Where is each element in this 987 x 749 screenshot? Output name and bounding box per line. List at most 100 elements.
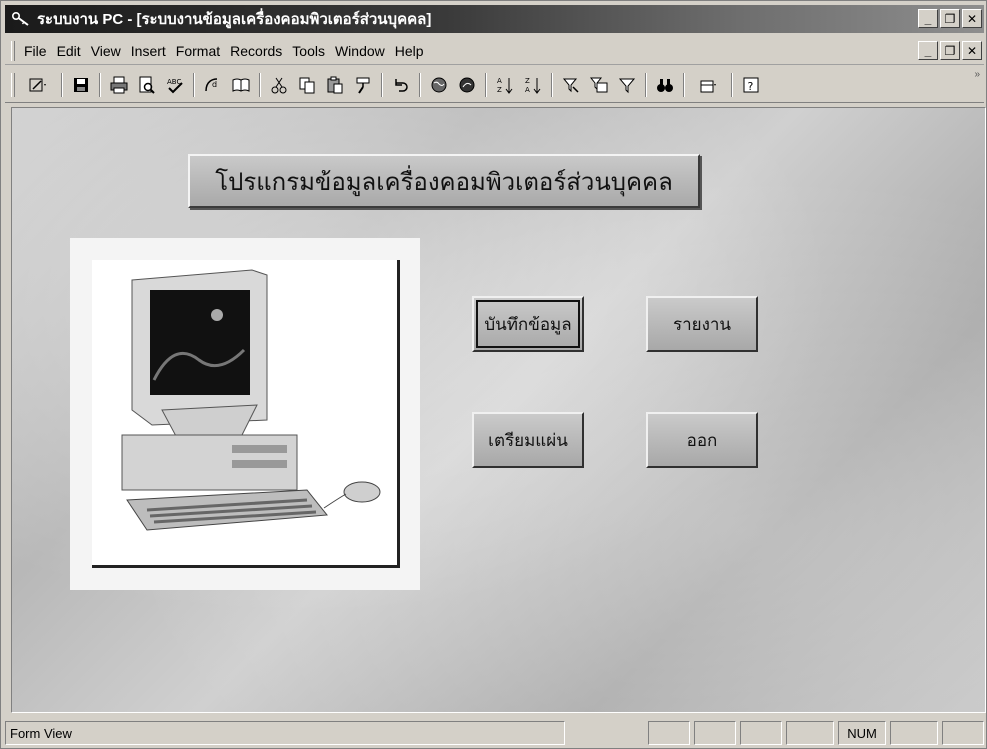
filter-by-form-icon bbox=[589, 77, 608, 92]
menu-view[interactable]: View bbox=[86, 43, 126, 59]
menu-help[interactable]: Help bbox=[390, 43, 429, 59]
format-painter-button[interactable] bbox=[350, 72, 376, 98]
design-view-button[interactable] bbox=[20, 72, 56, 98]
print-preview-icon bbox=[139, 76, 155, 94]
menu-bar: File Edit View Insert Format Records Too… bbox=[5, 37, 984, 65]
window-title: ระบบงาน PC - [ระบบงานข้อมูลเครื่องคอมพิว… bbox=[37, 11, 432, 28]
record-data-label: บันทึกข้อมูล bbox=[484, 314, 572, 334]
menu-records[interactable]: Records bbox=[225, 43, 287, 59]
status-pane bbox=[648, 721, 690, 745]
toolbar-separator bbox=[61, 72, 63, 97]
menu-edit[interactable]: Edit bbox=[52, 43, 86, 59]
toolbar-overflow-icon[interactable]: » bbox=[974, 69, 980, 80]
toolbar-separator bbox=[259, 72, 261, 97]
svg-text:d: d bbox=[212, 80, 217, 89]
status-pane bbox=[786, 721, 834, 745]
paste-icon bbox=[327, 76, 343, 93]
copy-button[interactable] bbox=[294, 72, 320, 98]
maximize-button[interactable]: ❐ bbox=[940, 9, 960, 28]
web-toolbar-toggle-button[interactable] bbox=[454, 72, 480, 98]
status-text: Form View bbox=[5, 721, 565, 745]
filter-by-selection-icon bbox=[562, 78, 579, 93]
toolbar-separator bbox=[731, 72, 733, 97]
paste-button[interactable] bbox=[322, 72, 348, 98]
report-button[interactable]: รายงาน bbox=[646, 296, 758, 352]
cut-button[interactable] bbox=[266, 72, 292, 98]
svg-text:Z: Z bbox=[525, 77, 530, 85]
format-painter-icon bbox=[356, 77, 370, 94]
key-pencil-icon bbox=[11, 10, 31, 28]
filter-by-selection-button[interactable] bbox=[558, 72, 584, 98]
menu-tools[interactable]: Tools bbox=[287, 43, 330, 59]
desktop-computer-icon bbox=[121, 269, 381, 531]
toolbar-separator bbox=[381, 72, 383, 97]
switchboard-form: โปรแกรมข้อมูลเครื่องคอมพิวเตอร์ส่วนบุคคล bbox=[11, 107, 986, 713]
menu-format[interactable]: Format bbox=[171, 43, 225, 59]
help-button[interactable]: ? bbox=[738, 72, 764, 98]
toolbar-separator bbox=[485, 72, 487, 97]
access-window: ระบบงาน PC - [ระบบงานข้อมูลเครื่องคอมพิว… bbox=[0, 0, 987, 749]
cut-icon bbox=[271, 77, 287, 93]
toolbar-grip[interactable] bbox=[11, 73, 15, 97]
exit-label: ออก bbox=[686, 430, 718, 450]
doc-restore-button[interactable]: ❐ bbox=[940, 41, 960, 60]
svg-text:Z: Z bbox=[497, 86, 502, 94]
find-button[interactable] bbox=[652, 72, 678, 98]
insert-hyperlink-button[interactable]: d bbox=[200, 72, 226, 98]
status-pane bbox=[740, 721, 782, 745]
help-icon: ? bbox=[743, 77, 759, 93]
title-bar[interactable]: ระบบงาน PC - [ระบบงานข้อมูลเครื่องคอมพิว… bbox=[5, 5, 984, 33]
doc-close-button[interactable]: ✕ bbox=[962, 41, 982, 60]
copy-icon bbox=[299, 77, 315, 93]
save-button[interactable] bbox=[68, 72, 94, 98]
apply-filter-button[interactable] bbox=[614, 72, 640, 98]
filter-by-form-button[interactable] bbox=[586, 72, 612, 98]
form-view-toolbar: ABC d A Z Z A ? » bbox=[5, 67, 984, 103]
computer-image bbox=[92, 260, 400, 568]
web-button[interactable] bbox=[426, 72, 452, 98]
menu-file[interactable]: File bbox=[19, 43, 52, 59]
menu-insert[interactable]: Insert bbox=[126, 43, 171, 59]
web-toolbar-button[interactable] bbox=[228, 72, 254, 98]
save-icon bbox=[74, 77, 88, 92]
status-pane bbox=[890, 721, 938, 745]
computer-image-frame bbox=[70, 238, 420, 590]
menu-window[interactable]: Window bbox=[330, 43, 390, 59]
sort-descending-icon: ZA bbox=[525, 77, 541, 94]
print-button[interactable] bbox=[106, 72, 132, 98]
print-preview-button[interactable] bbox=[134, 72, 160, 98]
restore-icon: ❐ bbox=[944, 43, 956, 58]
status-pane bbox=[942, 721, 984, 745]
insert-hyperlink-icon: d bbox=[205, 77, 217, 91]
restore-icon: ❐ bbox=[944, 11, 956, 26]
close-icon: ✕ bbox=[966, 43, 978, 58]
close-icon: ✕ bbox=[966, 11, 978, 26]
minimize-button[interactable]: _ bbox=[918, 9, 938, 28]
sort-ascending-icon: AZ bbox=[497, 77, 513, 94]
new-object-button[interactable] bbox=[690, 72, 726, 98]
prepare-disk-label: เตรียมแผ่น bbox=[488, 430, 568, 450]
new-object-icon bbox=[700, 80, 716, 92]
sort-ascending-button[interactable]: AZ bbox=[492, 72, 518, 98]
svg-text:A: A bbox=[497, 77, 502, 85]
toolbar-separator bbox=[551, 72, 553, 97]
minimize-icon: _ bbox=[924, 43, 932, 58]
menu-grip[interactable] bbox=[11, 41, 15, 61]
close-button[interactable]: ✕ bbox=[962, 9, 982, 28]
status-bar: Form View NUM bbox=[5, 719, 984, 747]
status-pane bbox=[694, 721, 736, 745]
spelling-button[interactable]: ABC bbox=[162, 72, 188, 98]
sort-descending-button[interactable]: ZA bbox=[520, 72, 546, 98]
undo-button[interactable] bbox=[388, 72, 414, 98]
spelling-icon: ABC bbox=[167, 78, 183, 93]
toolbar-separator bbox=[683, 72, 685, 97]
doc-minimize-button[interactable]: _ bbox=[918, 41, 938, 60]
record-data-button[interactable]: บันทึกข้อมูล bbox=[472, 296, 584, 352]
toolbar-separator bbox=[193, 72, 195, 97]
apply-filter-icon bbox=[618, 78, 636, 93]
report-label: รายงาน bbox=[672, 314, 732, 334]
prepare-disk-button[interactable]: เตรียมแผ่น bbox=[472, 412, 584, 468]
exit-button[interactable]: ออก bbox=[646, 412, 758, 468]
web-icon bbox=[431, 77, 447, 92]
toolbar-separator bbox=[99, 72, 101, 97]
